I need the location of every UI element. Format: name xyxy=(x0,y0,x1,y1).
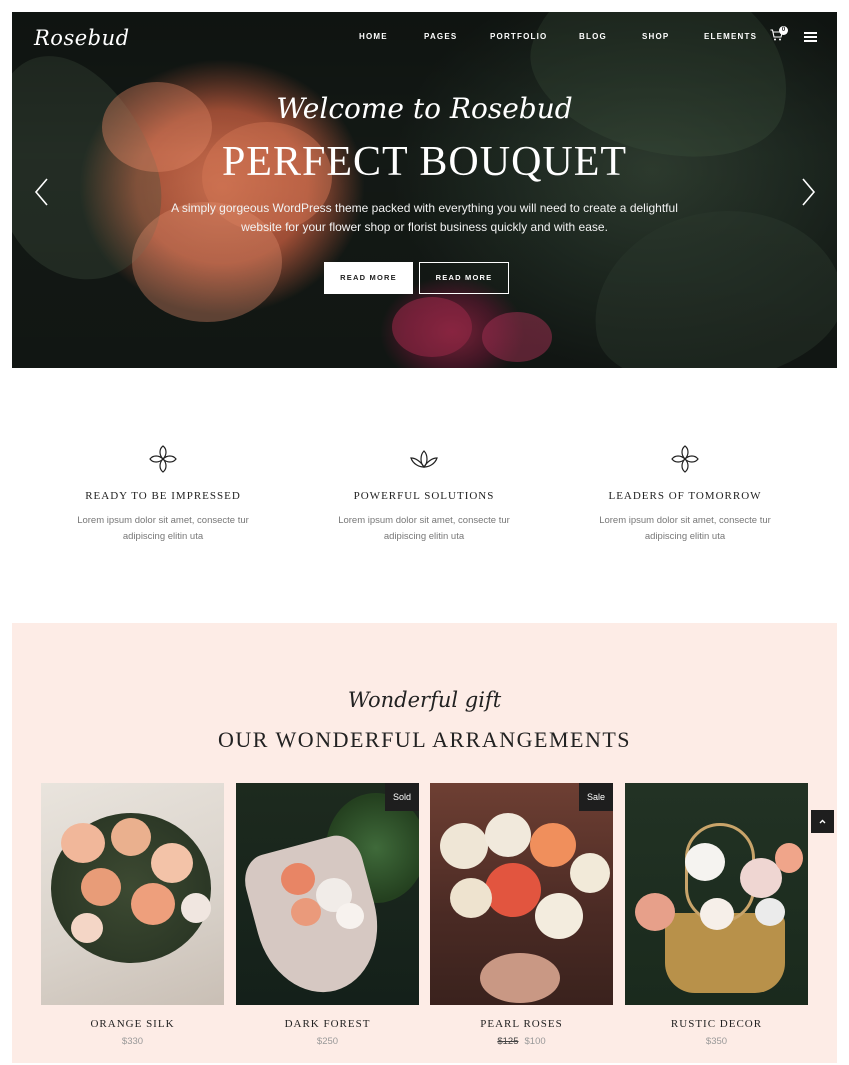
nav-pages[interactable]: PAGES xyxy=(424,32,457,41)
product-image[interactable]: Sold xyxy=(236,783,419,1005)
feature-title: LEADERS OF TOMORROW xyxy=(608,490,762,502)
product-price: $350 xyxy=(625,1036,808,1047)
cart-button[interactable]: 0 xyxy=(770,26,788,44)
scroll-to-top-button[interactable] xyxy=(811,810,834,833)
feature-block: LEADERS OF TOMORROW Lorem ipsum dolor si… xyxy=(570,445,800,544)
feature-title: POWERFUL SOLUTIONS xyxy=(353,490,495,502)
main-nav: HOME PAGES PORTFOLIO BLOG SHOP ELEMENTS xyxy=(12,32,837,48)
product-name[interactable]: ORANGE SILK xyxy=(41,1018,224,1030)
hero-script-heading: Welcome to Rosebud xyxy=(276,92,573,125)
product-image[interactable] xyxy=(625,783,808,1005)
product-card[interactable]: RUSTIC DECOR $350 xyxy=(625,783,808,1047)
product-card[interactable]: Sale PEARL ROSES $125 $100 xyxy=(430,783,613,1047)
slider-prev-button[interactable] xyxy=(32,176,52,208)
arrangements-title: OUR WONDERFUL ARRANGEMENTS xyxy=(217,727,632,752)
product-name[interactable]: DARK FOREST xyxy=(236,1018,419,1030)
product-card[interactable]: ORANGE SILK $330 xyxy=(41,783,224,1047)
nav-portfolio[interactable]: PORTFOLIO xyxy=(490,32,547,41)
feature-text: Lorem ipsum dolor sit amet, consecte tur… xyxy=(77,515,249,542)
feature-block: POWERFUL SOLUTIONS Lorem ipsum dolor sit… xyxy=(309,445,539,544)
chevron-up-icon xyxy=(819,819,826,824)
product-price: $250 xyxy=(236,1036,419,1047)
product-card[interactable]: Sold DARK FOREST $250 xyxy=(236,783,419,1047)
product-price: $125 $100 xyxy=(430,1036,613,1047)
nav-home[interactable]: HOME xyxy=(359,32,388,41)
product-current-price: $100 xyxy=(524,1036,546,1047)
read-more-button-primary[interactable]: READ MORE xyxy=(324,262,413,294)
product-badge-sold: Sold xyxy=(384,783,419,811)
hero-slider: Rosebud HOME PAGES PORTFOLIO BLOG SHOP E… xyxy=(12,12,837,368)
product-current-price: $330 xyxy=(121,1036,144,1047)
nav-blog[interactable]: BLOG xyxy=(579,32,607,41)
hamburger-menu-icon[interactable] xyxy=(804,32,817,42)
arrangements-script-heading: Wonderful gift xyxy=(347,688,502,712)
product-image[interactable] xyxy=(41,783,224,1005)
product-current-price: $250 xyxy=(316,1036,339,1047)
four-petal-flower-icon xyxy=(149,445,177,473)
cart-count-badge: 0 xyxy=(779,26,788,35)
product-price: $330 xyxy=(41,1036,224,1047)
feature-block: READY TO BE IMPRESSED Lorem ipsum dolor … xyxy=(48,445,278,544)
nav-shop[interactable]: SHOP xyxy=(642,32,669,41)
read-more-button-secondary[interactable]: READ MORE xyxy=(419,262,509,294)
product-name[interactable]: PEARL ROSES xyxy=(430,1018,613,1030)
chevron-right-icon xyxy=(802,178,816,206)
product-badge-sale: Sale xyxy=(578,783,613,811)
product-current-price: $350 xyxy=(705,1036,728,1047)
nav-elements[interactable]: ELEMENTS xyxy=(704,32,757,41)
product-name[interactable]: RUSTIC DECOR xyxy=(625,1018,808,1030)
slider-next-button[interactable] xyxy=(798,176,818,208)
product-old-price: $125 xyxy=(497,1036,519,1047)
feature-title: READY TO BE IMPRESSED xyxy=(85,490,241,502)
chevron-left-icon xyxy=(34,178,48,206)
hero-description: A simply gorgeous WordPress theme packed… xyxy=(171,201,678,234)
hero-overlay xyxy=(12,12,837,368)
four-petal-flower-icon xyxy=(671,445,699,473)
lotus-icon xyxy=(410,450,438,468)
hero-title: PERFECT BOUQUET xyxy=(221,139,628,185)
product-image[interactable]: Sale xyxy=(430,783,613,1005)
feature-text: Lorem ipsum dolor sit amet, consecte tur… xyxy=(338,515,510,542)
feature-text: Lorem ipsum dolor sit amet, consecte tur… xyxy=(599,515,771,542)
